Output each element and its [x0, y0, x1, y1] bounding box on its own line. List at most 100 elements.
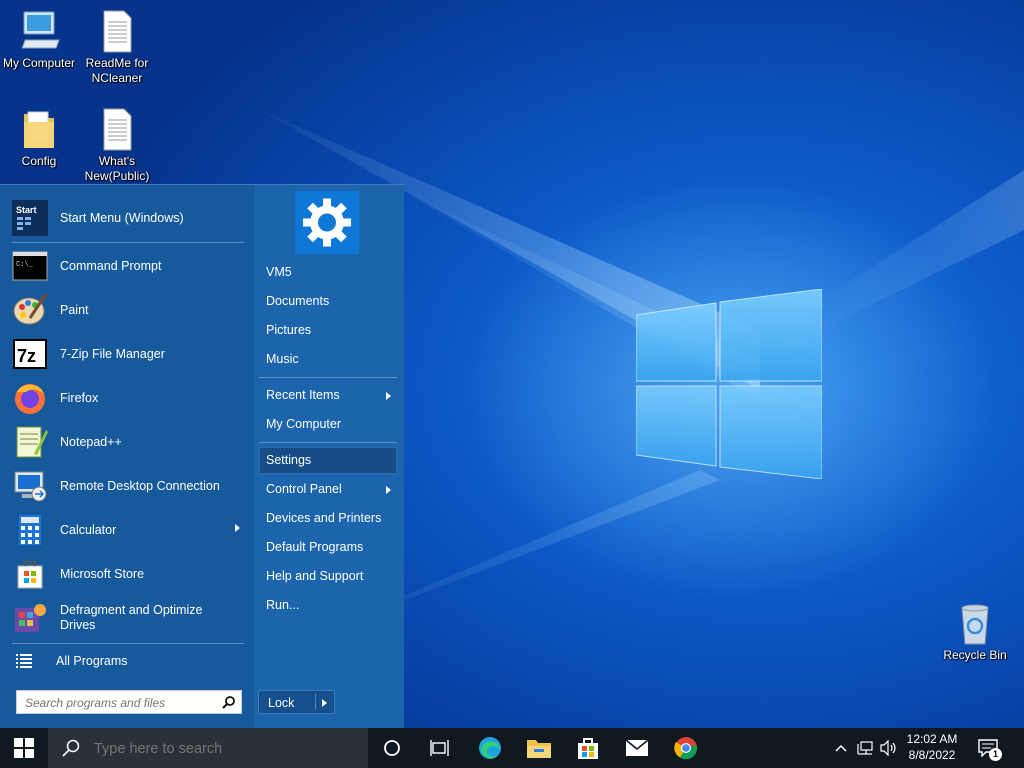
place-documents[interactable]: Documents — [259, 288, 397, 315]
cortana-circle-icon — [384, 740, 400, 756]
menu-item-label-line: Drives — [60, 618, 96, 632]
taskbar-file-explorer[interactable] — [515, 728, 563, 768]
menu-separator — [259, 442, 397, 443]
show-hidden-icons-button[interactable] — [828, 728, 854, 768]
chrome-icon — [674, 737, 698, 760]
svg-text:7z: 7z — [17, 346, 36, 366]
chevron-up-icon — [835, 744, 847, 752]
menu-item-defragment[interactable]: Defragment and Optimize Drives — [12, 597, 244, 639]
edge-icon — [479, 737, 501, 759]
place-devices-and-printers[interactable]: Devices and Printers — [259, 505, 397, 532]
gear-icon — [303, 198, 351, 247]
remote-desktop-icon — [12, 468, 48, 504]
menu-item-label: Command Prompt — [60, 258, 162, 273]
calculator-icon — [12, 512, 48, 548]
menu-separator — [259, 377, 397, 378]
place-vm5[interactable]: VM5 — [259, 259, 397, 286]
place-label: Recent Items — [266, 388, 340, 402]
speaker-icon — [880, 740, 896, 756]
paint-icon — [12, 292, 48, 328]
taskbar-microsoft-store[interactable] — [564, 728, 612, 768]
desktop-icon-my-computer[interactable]: My Computer — [0, 10, 78, 71]
start-menu-places-pane: VM5 Documents Pictures Music Recent Item… — [255, 185, 404, 729]
windows-logo-wallpaper — [636, 289, 822, 479]
action-center-button[interactable]: 1 — [968, 728, 1008, 768]
system-clock[interactable]: 12:02 AM 8/8/2022 — [898, 731, 966, 763]
start-button[interactable] — [0, 728, 48, 768]
windows-logo-icon — [14, 738, 34, 758]
mail-icon — [625, 739, 649, 756]
menu-item-microsoft-store[interactable]: Microsoft Store — [12, 553, 244, 595]
menu-item-label: Notepad++ — [60, 434, 122, 449]
desktop-icon-recycle-bin[interactable]: Recycle Bin — [936, 602, 1014, 663]
menu-separator — [12, 242, 244, 243]
place-default-programs[interactable]: Default Programs — [259, 534, 397, 561]
menu-item-paint[interactable]: Paint — [12, 289, 244, 331]
menu-item-label: Firefox — [60, 390, 99, 405]
svg-text:C:\_: C:\_ — [16, 261, 34, 269]
folder-icon — [24, 111, 54, 148]
start-menu-icon: Start — [12, 200, 48, 236]
recycle-bin-icon — [961, 604, 989, 645]
cortana-button[interactable] — [368, 728, 416, 768]
desktop-icon-label: Recycle Bin — [943, 648, 1007, 662]
taskbar-chrome[interactable] — [662, 728, 710, 768]
search-icon[interactable] — [222, 696, 235, 709]
menu-item-remote-desktop[interactable]: Remote Desktop Connection — [12, 465, 244, 507]
start-menu: Start Start Menu (Windows) C:\_ Command … — [0, 184, 404, 729]
desktop-icon-label: NCleaner — [91, 71, 143, 85]
shutdown-options-arrow-icon[interactable] — [322, 699, 327, 707]
menu-item-label: Start Menu (Windows) — [60, 210, 184, 225]
place-help-and-support[interactable]: Help and Support — [259, 563, 397, 590]
store-icon — [12, 556, 48, 592]
menu-item-7zip[interactable]: 7z 7-Zip File Manager — [12, 333, 244, 375]
menu-item-firefox[interactable]: Firefox — [12, 377, 244, 419]
taskbar-mail[interactable] — [613, 728, 661, 768]
desktop-icon-label: New(Public) — [84, 169, 150, 183]
place-settings[interactable]: Settings — [259, 447, 397, 474]
firefox-icon — [12, 380, 48, 416]
taskbar-search-input[interactable] — [92, 738, 356, 760]
lock-button[interactable]: Lock — [258, 690, 335, 714]
menu-item-start-menu-windows[interactable]: Start Start Menu (Windows) — [12, 197, 244, 239]
lock-label: Lock — [268, 696, 295, 710]
menu-item-notepadpp[interactable]: Notepad++ — [12, 421, 244, 463]
programs-search-box[interactable] — [16, 690, 242, 714]
clock-time: 12:02 AM — [906, 732, 958, 746]
all-programs-button[interactable]: All Programs — [12, 648, 244, 674]
text-document-icon — [103, 108, 132, 151]
folder-icon — [527, 740, 551, 758]
submenu-arrow-icon — [386, 486, 391, 494]
list-icon — [12, 649, 36, 673]
taskbar: 12:02 AM 8/8/2022 1 — [0, 728, 1024, 768]
taskbar-search-box[interactable] — [48, 728, 368, 768]
7zip-icon: 7z — [12, 336, 48, 372]
taskbar-edge[interactable] — [466, 728, 514, 768]
network-tray-button[interactable] — [852, 728, 878, 768]
menu-item-label: Microsoft Store — [60, 566, 145, 581]
computer-icon — [21, 11, 60, 49]
menu-item-label: Calculator — [60, 522, 117, 537]
desktop-icon-label: My Computer — [2, 56, 76, 70]
desktop-icon-config[interactable]: Config — [0, 108, 78, 169]
command-prompt-icon: C:\_ — [12, 248, 48, 284]
desktop-icon-label: What's — [98, 154, 136, 168]
menu-item-calculator[interactable]: Calculator — [12, 509, 244, 551]
place-pictures[interactable]: Pictures — [259, 317, 397, 344]
clock-date: 8/8/2022 — [908, 748, 956, 762]
task-view-button[interactable] — [416, 728, 464, 768]
place-control-panel[interactable]: Control Panel — [259, 476, 397, 503]
menu-item-label: Remote Desktop Connection — [60, 478, 220, 493]
desktop-icon-whats-new[interactable]: What's New(Public) — [78, 108, 156, 184]
desktop-icon-readme[interactable]: ReadMe for NCleaner — [78, 10, 156, 86]
store-icon — [578, 738, 598, 759]
menu-item-label-line: Defragment and Optimize — [60, 603, 203, 617]
menu-item-command-prompt[interactable]: C:\_ Command Prompt — [12, 245, 244, 287]
place-music[interactable]: Music — [259, 346, 397, 373]
desktop-icon-label: ReadMe for — [85, 56, 149, 70]
place-my-computer[interactable]: My Computer — [259, 411, 397, 438]
place-run[interactable]: Run... — [259, 592, 397, 619]
place-recent-items[interactable]: Recent Items — [259, 382, 397, 409]
programs-search-input[interactable] — [23, 694, 219, 712]
settings-gear-tile[interactable] — [295, 191, 359, 254]
